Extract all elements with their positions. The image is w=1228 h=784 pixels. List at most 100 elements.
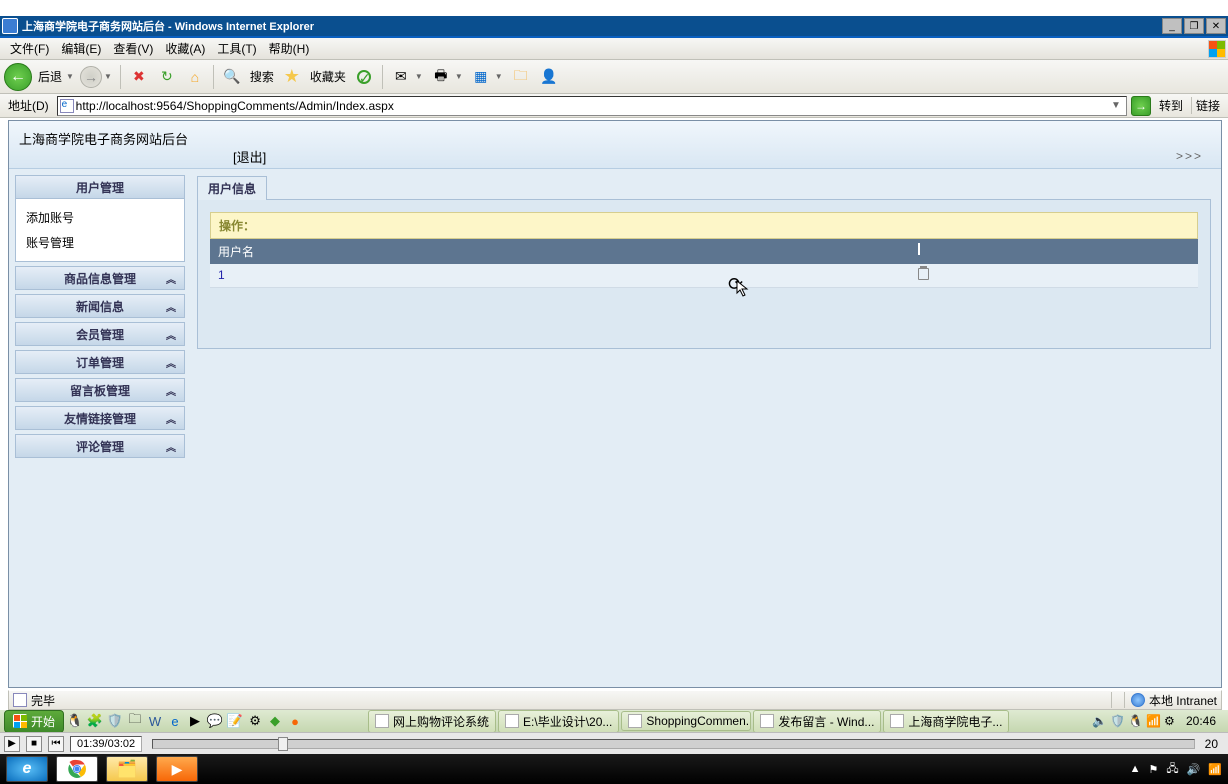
sidebar-head-member[interactable]: 会员管理︽ <box>15 322 185 346</box>
status-text: 完毕 <box>31 692 55 709</box>
ql-shield-icon[interactable]: 🛡️ <box>106 712 124 730</box>
ie-app-icon <box>2 18 18 34</box>
toolbar-separator <box>120 65 121 89</box>
search-label[interactable]: 搜索 <box>248 68 276 85</box>
task-icon <box>505 714 519 728</box>
forward-dropdown[interactable]: ▼ <box>104 72 112 81</box>
logout-link[interactable]: [退出] <box>233 147 266 166</box>
favorites-icon[interactable]: ★ <box>280 65 304 89</box>
media-seek-track[interactable] <box>152 739 1195 749</box>
task-item-1[interactable]: 网上购物评论系统 <box>368 710 496 733</box>
grid-cell-username[interactable]: 1 <box>218 268 918 283</box>
sidebar-head-user-mgmt[interactable]: 用户管理 <box>15 175 185 199</box>
menu-favorites[interactable]: 收藏(A) <box>159 38 211 59</box>
history-button[interactable]: ✓ <box>352 65 376 89</box>
menu-tools[interactable]: 工具(T) <box>211 38 262 59</box>
sidebar-head-label: 用户管理 <box>76 179 124 196</box>
chevron-up-icon: ︽ <box>166 299 176 314</box>
back-dropdown[interactable]: ▼ <box>66 72 74 81</box>
os-ie-button[interactable]: e <box>6 756 48 782</box>
os-tray-up-icon[interactable]: ▲ <box>1130 763 1141 775</box>
start-flag-icon <box>13 714 27 728</box>
print-dropdown[interactable]: ▼ <box>455 72 463 81</box>
media-seek-thumb[interactable] <box>278 737 288 751</box>
grid-data-row[interactable]: 1 <box>210 264 1198 288</box>
task-item-2[interactable]: E:\毕业设计\20... <box>498 710 619 733</box>
app-body: 用户管理 添加账号 账号管理 商品信息管理︽ 新闻信息︽ 会员管理︽ 订单管理︽… <box>9 169 1221 687</box>
os-tray-flag-icon[interactable]: ⚑ <box>1148 763 1158 776</box>
taskbar-clock[interactable]: 20:46 <box>1182 714 1220 728</box>
refresh-button[interactable]: ↻ <box>155 65 179 89</box>
ql-orange-icon[interactable]: ● <box>286 712 304 730</box>
search-icon[interactable]: 🔍 <box>220 65 244 89</box>
operations-bar: 操作： <box>210 212 1198 239</box>
menu-edit[interactable]: 编辑(E) <box>55 38 107 59</box>
ql-word-icon[interactable]: W <box>146 712 164 730</box>
ql-app-icon[interactable]: 🧩 <box>86 712 104 730</box>
tab-user-info[interactable]: 用户信息 <box>197 176 267 200</box>
tray-icon[interactable]: 🛡️ <box>1110 714 1124 728</box>
os-chrome-button[interactable] <box>56 756 98 782</box>
messenger-button[interactable]: 👤 <box>537 65 561 89</box>
address-input[interactable]: http://localhost:9564/ShoppingComments/A… <box>57 96 1127 116</box>
edit-dropdown[interactable]: ▼ <box>495 72 503 81</box>
menu-help[interactable]: 帮助(H) <box>263 38 316 59</box>
sidebar-head-comments[interactable]: 评论管理︽ <box>15 434 185 458</box>
menu-file[interactable]: 文件(F) <box>4 38 55 59</box>
tray-icon[interactable]: ⚙ <box>1164 714 1178 728</box>
tray-icon[interactable]: 🔈 <box>1092 714 1106 728</box>
task-item-4[interactable]: 发布留言 - Wind... <box>753 710 881 733</box>
sidebar-head-product[interactable]: 商品信息管理︽ <box>15 266 185 290</box>
favorites-label[interactable]: 收藏夹 <box>308 68 348 85</box>
sidebar-item-account-mgmt[interactable]: 账号管理 <box>26 230 174 255</box>
delete-icon[interactable] <box>918 268 929 280</box>
minimize-button[interactable]: _ <box>1162 18 1182 34</box>
tray-icon[interactable]: 📶 <box>1146 714 1160 728</box>
media-prev-button[interactable]: ⏮ <box>48 736 64 752</box>
edit-button[interactable]: ▦ <box>469 65 493 89</box>
mail-dropdown[interactable]: ▼ <box>415 72 423 81</box>
app-title: 上海商学院电子商务网站后台 <box>19 129 188 148</box>
folder-button[interactable]: 🗀 <box>509 65 533 89</box>
start-button[interactable]: 开始 <box>4 710 64 733</box>
stop-button[interactable]: ✖ <box>127 65 151 89</box>
ql-media-icon[interactable]: ▶ <box>186 712 204 730</box>
address-dropdown[interactable]: ▼ <box>1108 100 1124 111</box>
ql-note-icon[interactable]: 📝 <box>226 712 244 730</box>
os-tray-signal-icon[interactable]: 📶 <box>1208 763 1222 776</box>
ql-qq-icon[interactable]: 🐧 <box>66 712 84 730</box>
task-label: 网上购物评论系统 <box>393 713 489 730</box>
ql-folder-icon[interactable]: 🗀 <box>126 712 144 730</box>
go-label[interactable]: 转到 <box>1155 97 1187 114</box>
sidebar-head-links[interactable]: 友情链接管理︽ <box>15 406 185 430</box>
home-button[interactable]: ⌂ <box>183 65 207 89</box>
close-button[interactable]: ✕ <box>1206 18 1226 34</box>
task-item-5[interactable]: 上海商学院电子... <box>883 710 1009 733</box>
ql-tool-icon[interactable]: ⚙ <box>246 712 264 730</box>
os-player-button[interactable]: ▶ <box>156 756 198 782</box>
ql-ie-icon[interactable]: e <box>166 712 184 730</box>
links-label[interactable]: 链接 <box>1191 97 1224 114</box>
ql-chat-icon[interactable]: 💬 <box>206 712 224 730</box>
tray-icon[interactable]: 🐧 <box>1128 714 1142 728</box>
sidebar-head-news[interactable]: 新闻信息︽ <box>15 294 185 318</box>
sidebar-head-order[interactable]: 订单管理︽ <box>15 350 185 374</box>
os-tray-volume-icon[interactable]: 🔊 <box>1187 763 1201 776</box>
media-play-button[interactable]: ▶ <box>4 736 20 752</box>
os-explorer-button[interactable]: 🗂️ <box>106 756 148 782</box>
forward-button[interactable]: → <box>80 66 102 88</box>
task-item-3[interactable]: ShoppingCommen... <box>621 711 751 731</box>
app-header: 上海商学院电子商务网站后台 [退出] >>> <box>9 121 1221 169</box>
mail-button[interactable]: ✉ <box>389 65 413 89</box>
sidebar-head-guestbook[interactable]: 留言板管理︽ <box>15 378 185 402</box>
sidebar-item-add-account[interactable]: 添加账号 <box>26 205 174 230</box>
menu-view[interactable]: 查看(V) <box>107 38 159 59</box>
os-tray-network-icon[interactable]: 🖧 <box>1166 760 1178 779</box>
maximize-button[interactable]: ❐ <box>1184 18 1204 34</box>
ql-green-icon[interactable]: ◆ <box>266 712 284 730</box>
address-url[interactable]: http://localhost:9564/ShoppingComments/A… <box>76 99 1108 113</box>
media-stop-button[interactable]: ■ <box>26 736 42 752</box>
go-button[interactable]: → <box>1131 96 1151 116</box>
back-button[interactable]: ← <box>4 63 32 91</box>
print-button[interactable]: 🖶 <box>429 65 453 89</box>
